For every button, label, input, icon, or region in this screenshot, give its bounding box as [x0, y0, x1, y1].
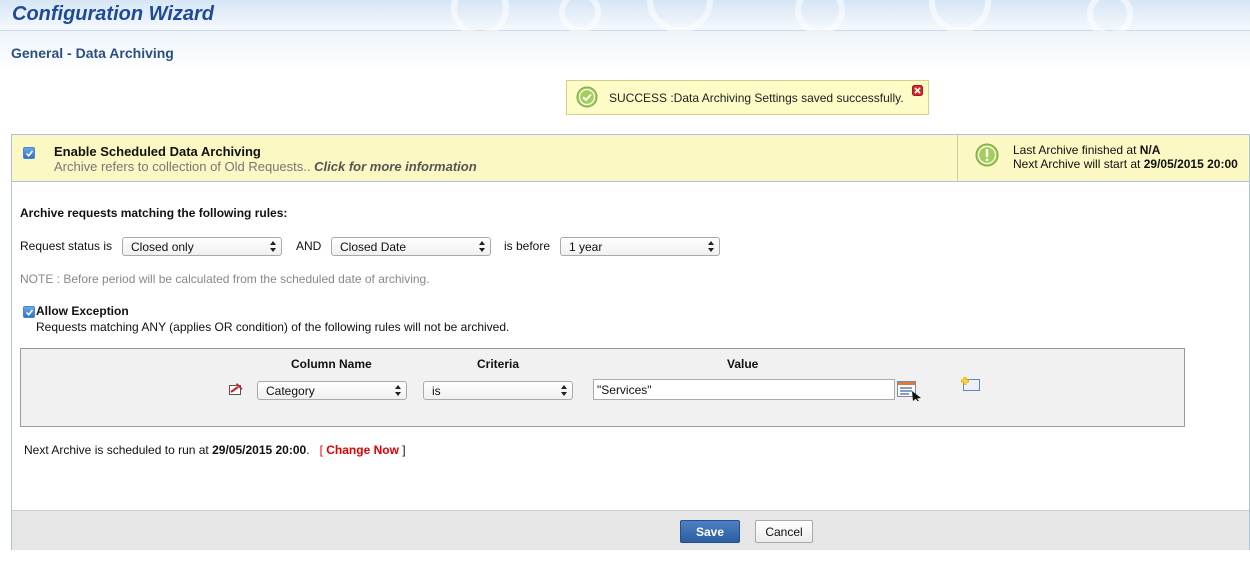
- divider: [957, 135, 958, 182]
- delete-row-icon[interactable]: [229, 383, 243, 396]
- last-archive-label: Last Archive finished at: [1013, 143, 1140, 157]
- request-status-select[interactable]: Closed only: [122, 237, 282, 256]
- select-arrows-icon: [479, 241, 485, 252]
- exception-criteria-value: is: [432, 384, 441, 398]
- schedule-datetime: 29/05/2015 20:00: [212, 443, 307, 457]
- subtitle-band: [0, 31, 1250, 71]
- page-title: Configuration Wizard: [12, 3, 215, 25]
- last-archive-value: N/A: [1139, 143, 1161, 157]
- select-arrows-icon: [270, 241, 276, 252]
- pick-list-icon[interactable]: [897, 381, 923, 401]
- next-archive-label: Next Archive will start at: [1013, 157, 1144, 171]
- enable-archiving-checkbox[interactable]: [23, 147, 35, 159]
- change-now-link[interactable]: Change Now: [326, 443, 399, 457]
- exception-criteria-select[interactable]: is: [423, 381, 573, 400]
- and-label: AND: [296, 239, 322, 253]
- open-bracket: [: [319, 443, 323, 457]
- check-circle-icon: [576, 86, 598, 108]
- checkmark-icon: [25, 309, 34, 317]
- request-status-label: Request status is: [20, 239, 113, 253]
- success-message: SUCCESS :Data Archiving Settings saved s…: [609, 91, 904, 105]
- date-field-value: Closed Date: [340, 240, 407, 254]
- schedule-prefix: Next Archive is scheduled to run at: [24, 443, 213, 457]
- next-archive-info: Next Archive will start at 29/05/2015 20…: [1013, 157, 1238, 171]
- archive-note: NOTE : Before period will be calculated …: [20, 272, 430, 286]
- page-subtitle: General - Data Archiving: [11, 45, 174, 61]
- save-button[interactable]: Save: [680, 520, 740, 543]
- enable-archiving-bar: Enable Scheduled Data Archiving Archive …: [12, 135, 1249, 182]
- more-information-link[interactable]: Click for more information: [314, 159, 477, 174]
- date-field-select[interactable]: Closed Date: [331, 237, 491, 256]
- exception-rules-table: Column Name Criteria Value Category is: [20, 348, 1185, 427]
- exception-column-select[interactable]: Category: [257, 381, 407, 400]
- column-header-column-name: Column Name: [291, 357, 372, 371]
- allow-exception-description: Requests matching ANY (applies OR condit…: [36, 320, 510, 334]
- rules-heading: Archive requests matching the following …: [20, 206, 288, 220]
- enable-archiving-label: Enable Scheduled Data Archiving: [54, 144, 261, 159]
- next-archive-schedule: Next Archive is scheduled to run at 29/0…: [24, 443, 406, 457]
- success-alert: SUCCESS :Data Archiving Settings saved s…: [566, 80, 929, 115]
- allow-exception-checkbox[interactable]: [23, 306, 35, 318]
- column-header-criteria: Criteria: [477, 357, 520, 371]
- select-arrows-icon: [395, 385, 401, 396]
- is-before-label: is before: [504, 239, 551, 253]
- exception-value-input[interactable]: [593, 379, 895, 400]
- archiving-panel: Enable Scheduled Data Archiving Archive …: [11, 134, 1250, 550]
- checkmark-icon: [25, 150, 34, 158]
- next-archive-value: 29/05/2015 20:00: [1143, 157, 1238, 171]
- cancel-button[interactable]: Cancel: [755, 520, 813, 543]
- allow-exception-label: Allow Exception: [36, 304, 129, 318]
- exclamation-circle-icon: [975, 143, 999, 167]
- archive-description-text: Archive refers to collection of Old Requ…: [54, 159, 311, 174]
- select-arrows-icon: [561, 385, 567, 396]
- period-value: 1 year: [569, 240, 603, 254]
- form-footer: Save Cancel: [12, 510, 1249, 550]
- last-archive-info: Last Archive finished at N/A: [1013, 143, 1160, 157]
- period-select[interactable]: 1 year: [560, 237, 720, 256]
- close-icon[interactable]: [912, 85, 923, 96]
- close-bracket: ]: [402, 443, 406, 457]
- add-rule-icon[interactable]: [960, 376, 982, 392]
- enable-archiving-description: Archive refers to collection of Old Requ…: [54, 159, 477, 174]
- exception-column-value: Category: [266, 384, 315, 398]
- column-header-value: Value: [727, 357, 759, 371]
- select-arrows-icon: [708, 241, 714, 252]
- request-status-value: Closed only: [131, 240, 194, 254]
- schedule-suffix: .: [306, 443, 310, 457]
